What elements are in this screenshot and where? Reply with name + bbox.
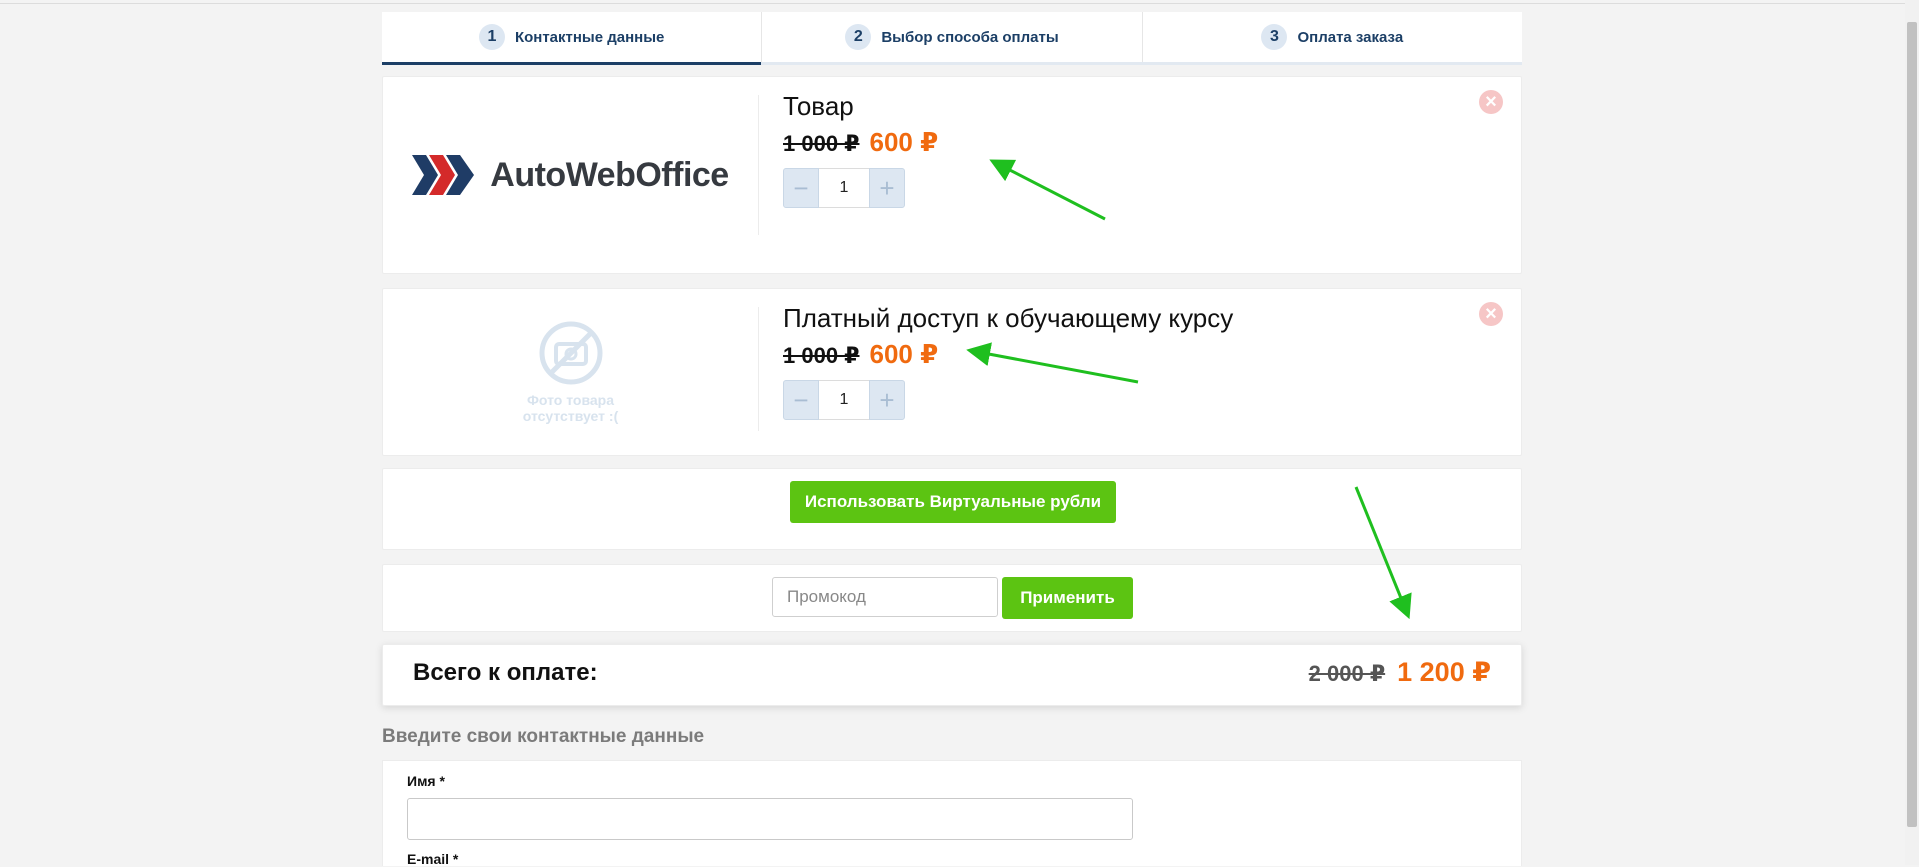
- price-row: 1 000 ₽ 600 ₽: [783, 339, 1233, 370]
- top-border: [0, 3, 1905, 4]
- product-info: Платный доступ к обучающему курсу 1 000 …: [783, 303, 1233, 420]
- remove-product-button[interactable]: ×: [1479, 302, 1503, 326]
- total-card: Всего к оплате: 2 000 ₽ 1 200 ₽: [382, 644, 1522, 706]
- plus-icon: +: [879, 172, 895, 203]
- remove-product-button[interactable]: ×: [1479, 90, 1503, 114]
- close-icon: ×: [1485, 91, 1497, 113]
- product-image: AutoWebOffice: [383, 77, 758, 273]
- product-card: AutoWebOffice Товар 1 000 ₽ 600 ₽ − + ×: [382, 76, 1522, 274]
- product-name: Платный доступ к обучающему курсу: [783, 303, 1234, 333]
- product-image: Фото товара отсутствует :(: [383, 289, 758, 455]
- old-price: 1 000 ₽: [783, 131, 860, 156]
- plus-icon: +: [879, 384, 895, 415]
- quantity-input[interactable]: [819, 168, 869, 208]
- step-payment-method[interactable]: 2 Выбор способа оплаты: [762, 12, 1143, 62]
- step-label: Контактные данные: [514, 28, 665, 46]
- price-row: 1 000 ₽ 600 ₽: [783, 127, 938, 158]
- divider: [758, 307, 759, 431]
- no-photo-placeholder: Фото товара отсутствует :(: [506, 320, 636, 424]
- increase-quantity-button[interactable]: +: [869, 168, 905, 208]
- scrollbar-thumb[interactable]: [1907, 22, 1917, 827]
- quantity-stepper: − +: [783, 380, 1233, 420]
- quantity-input[interactable]: [819, 380, 869, 420]
- name-field[interactable]: [407, 798, 1133, 840]
- step-number: 2: [845, 24, 872, 50]
- no-photo-icon: [539, 321, 602, 385]
- apply-promo-button[interactable]: Применить: [1002, 577, 1133, 619]
- step-number: 3: [1261, 24, 1288, 50]
- divider: [758, 95, 759, 235]
- promo-code-input[interactable]: [772, 577, 998, 617]
- step-label: Выбор способа оплаты: [881, 28, 1059, 46]
- product-info: Товар 1 000 ₽ 600 ₽ − +: [783, 91, 938, 208]
- decrease-quantity-button[interactable]: −: [783, 380, 819, 420]
- scrollbar-track[interactable]: [1905, 0, 1919, 865]
- virtual-rubles-card: Использовать Виртуальные рубли: [382, 468, 1522, 550]
- total-new-price: 1 200 ₽: [1397, 657, 1491, 687]
- autowebofficelogo: AutoWebOffice: [412, 155, 729, 195]
- minus-icon: −: [793, 172, 809, 203]
- contact-form: Имя * E-mail *: [382, 760, 1522, 867]
- total-label: Всего к оплате:: [413, 659, 598, 686]
- step-order-payment[interactable]: 3 Оплата заказа: [1143, 12, 1522, 62]
- step-contact-data[interactable]: 1 Контактные данные: [382, 12, 763, 65]
- logo-text: AutoWebOffice: [490, 155, 729, 194]
- old-price: 1 000 ₽: [783, 343, 860, 368]
- promo-card: Применить: [382, 564, 1522, 632]
- autowebofficelogo-chevrons-icon: [412, 155, 475, 195]
- minus-icon: −: [793, 384, 809, 415]
- step-number: 1: [478, 24, 505, 50]
- name-label: Имя *: [407, 773, 445, 789]
- checkout-steps: 1 Контактные данные 2 Выбор способа опла…: [382, 12, 1522, 65]
- no-photo-text: Фото товара отсутствует :(: [522, 392, 619, 424]
- product-card: Фото товара отсутствует :( Платный досту…: [382, 288, 1522, 456]
- total-old-price: 2 000 ₽: [1308, 661, 1386, 686]
- contact-section-title: Введите свои контактные данные: [382, 726, 705, 747]
- step-label: Оплата заказа: [1297, 28, 1404, 46]
- total-prices: 2 000 ₽ 1 200 ₽: [1309, 657, 1491, 688]
- decrease-quantity-button[interactable]: −: [783, 168, 819, 208]
- quantity-stepper: − +: [783, 168, 938, 208]
- increase-quantity-button[interactable]: +: [869, 380, 905, 420]
- use-virtual-rubles-button[interactable]: Использовать Виртуальные рубли: [790, 481, 1116, 523]
- new-price: 600 ₽: [869, 339, 939, 369]
- product-name: Товар: [783, 91, 854, 121]
- close-icon: ×: [1485, 303, 1497, 325]
- new-price: 600 ₽: [869, 127, 939, 157]
